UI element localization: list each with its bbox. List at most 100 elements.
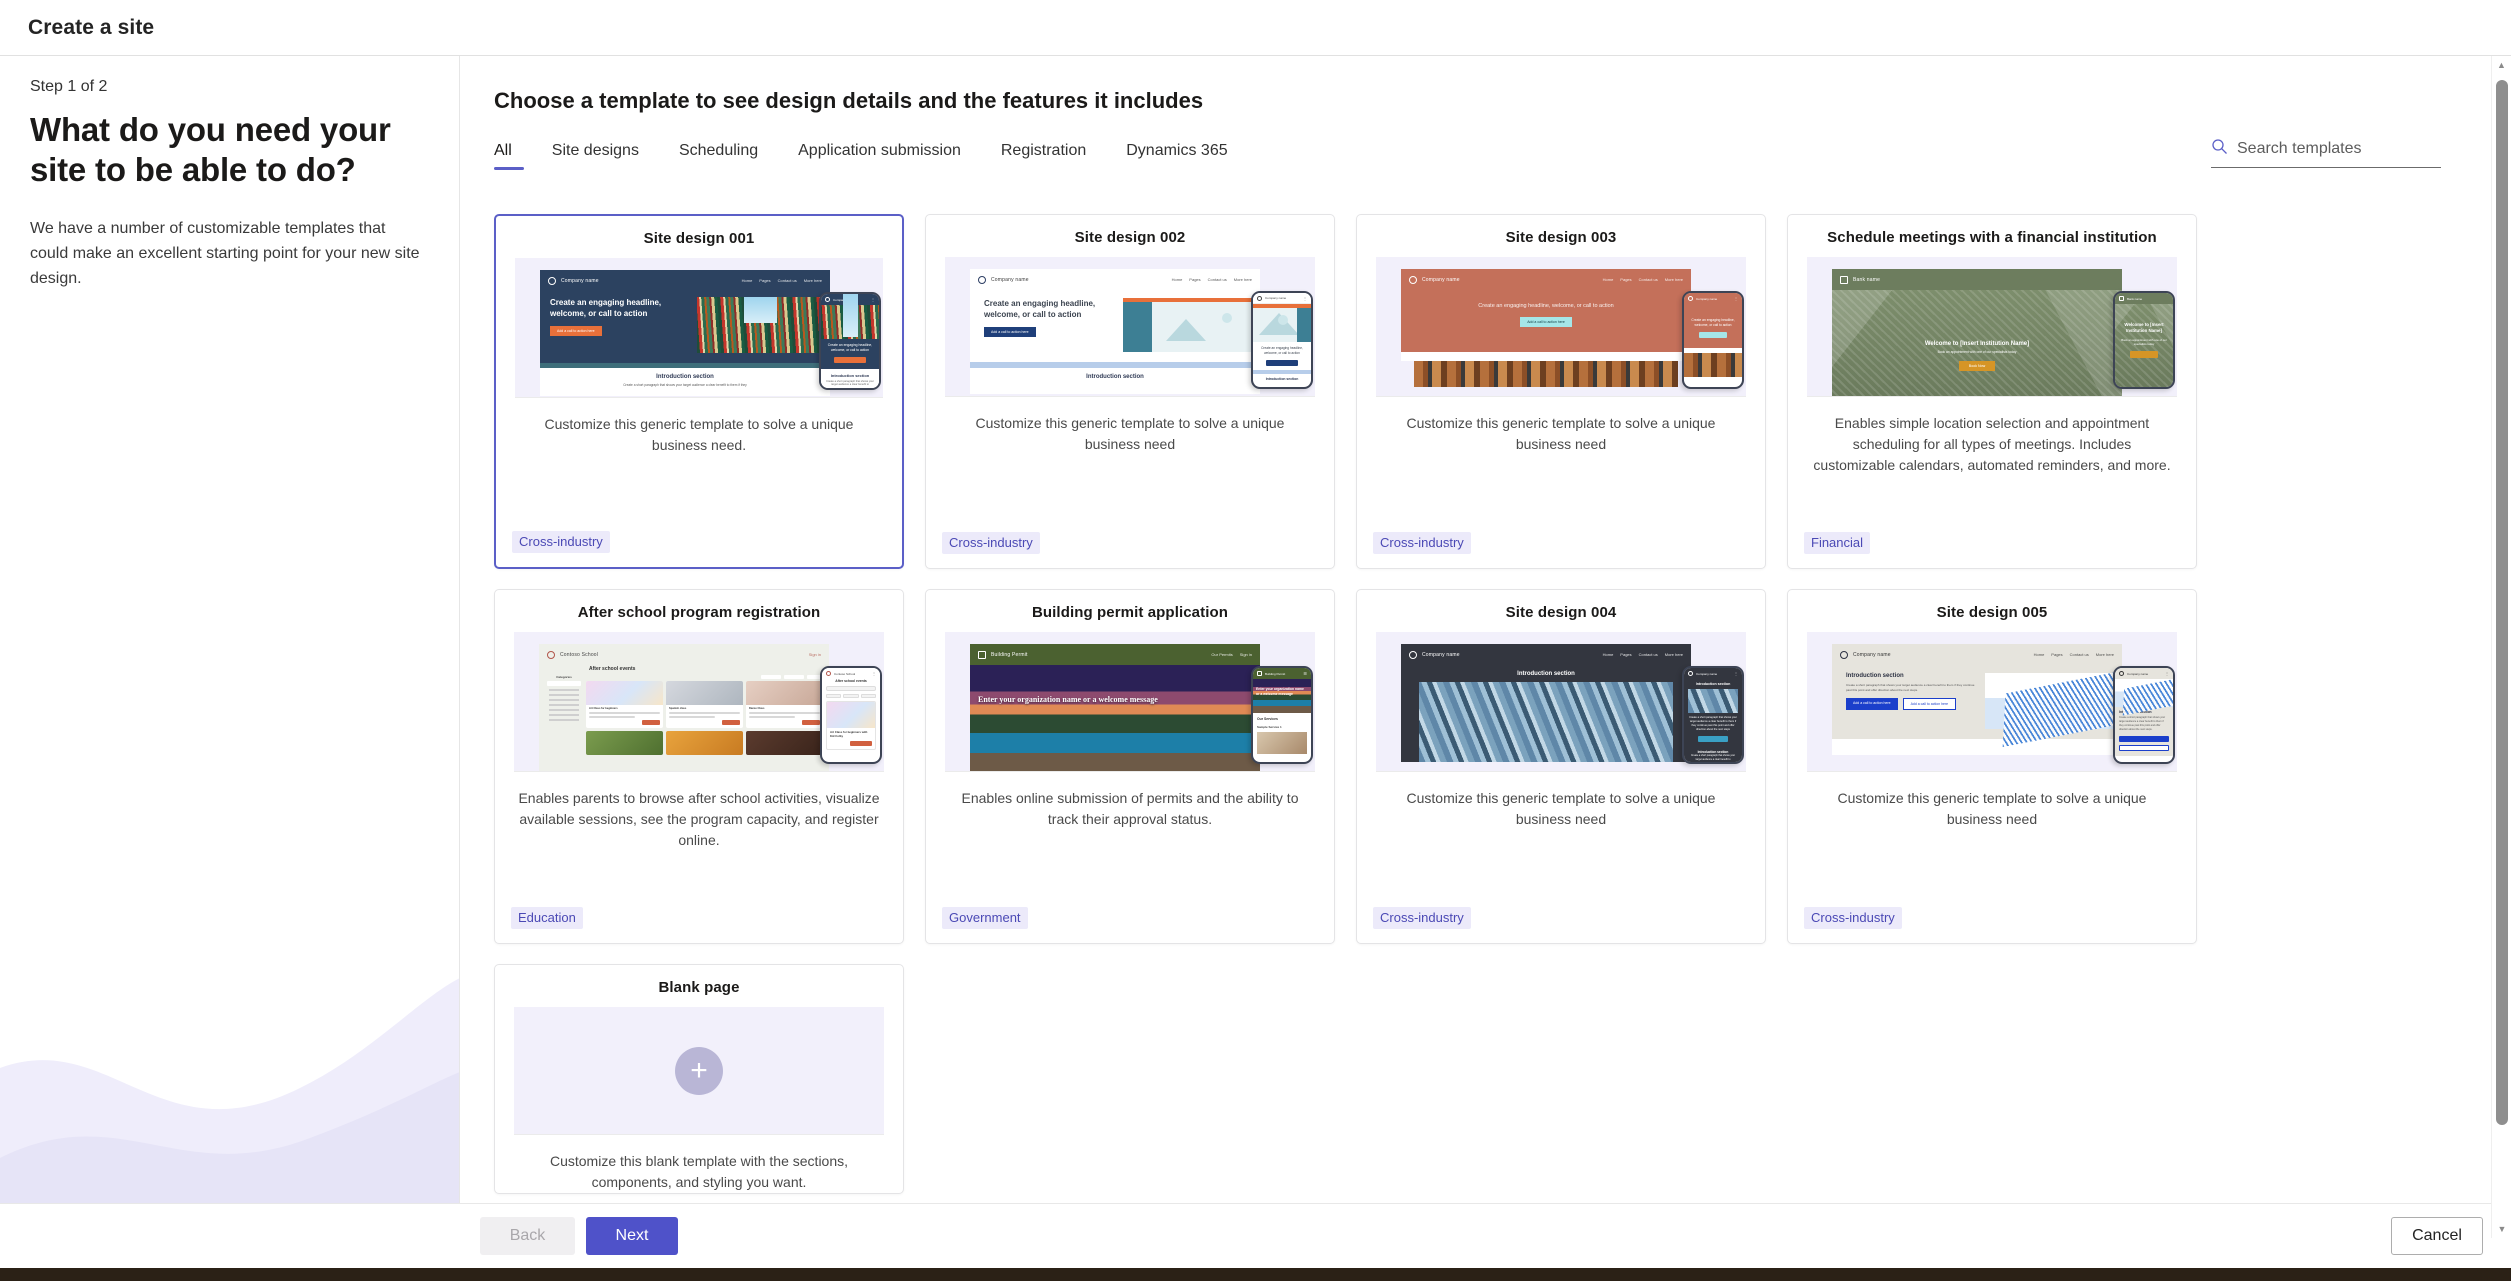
mini-logo-icon bbox=[1409, 275, 1417, 284]
template-card-title: After school program registration bbox=[577, 604, 821, 621]
mini-section-title: Introduction section bbox=[1086, 374, 1144, 380]
back-button[interactable]: Back bbox=[480, 1217, 575, 1255]
mini-phone-preview: Company name⋮ Create an engaging headlin… bbox=[819, 292, 881, 390]
mini-brand: Company name bbox=[1853, 651, 1891, 658]
template-thumbnail: Building Permit Our Permits Sign in Ente… bbox=[945, 632, 1315, 772]
template-card-site-design-004[interactable]: Site design 004 Company name Home Pages … bbox=[1356, 589, 1766, 944]
template-card-title: Site design 001 bbox=[643, 230, 755, 247]
mini-logo-icon bbox=[548, 276, 556, 285]
mini-phone-preview: Contoso School ⋮ After school events Art … bbox=[820, 666, 882, 764]
mini-cta: Add a call to action here bbox=[550, 326, 602, 336]
mini-headline: Introduction section bbox=[1517, 671, 1575, 677]
mini-logo-icon bbox=[1409, 650, 1417, 659]
tab-site-designs[interactable]: Site designs bbox=[552, 142, 639, 170]
tab-all[interactable]: All bbox=[494, 142, 524, 170]
template-card-title: Building permit application bbox=[1031, 604, 1229, 621]
scroll-up-button[interactable]: ▲ bbox=[2492, 56, 2511, 74]
template-card-tag: Cross-industry bbox=[1373, 532, 1471, 554]
scrollbar-thumb[interactable] bbox=[2496, 80, 2508, 1125]
template-thumbnail: Contoso School Sign in After school even… bbox=[514, 632, 884, 772]
next-button[interactable]: Next bbox=[586, 1217, 678, 1255]
mini-logo-icon bbox=[1840, 275, 1848, 284]
template-card-tag: Education bbox=[511, 907, 583, 929]
template-card-schedule-meetings[interactable]: Schedule meetings with a financial insti… bbox=[1787, 214, 2197, 569]
scroll-down-button[interactable]: ▼ bbox=[2492, 1220, 2511, 1238]
template-card-site-design-002[interactable]: Site design 002 Company name Home Pages … bbox=[925, 214, 1335, 569]
mini-section-body: Art Class for beginners bbox=[589, 707, 618, 710]
search-icon bbox=[2211, 138, 2228, 160]
wizard-footer: Back Next Cancel bbox=[0, 1203, 2511, 1268]
template-card-title: Blank page bbox=[658, 979, 740, 996]
mini-headline: Enter your organization name or a welcom… bbox=[978, 694, 1158, 704]
mini-cta: Add a call to action here bbox=[984, 327, 1036, 337]
mini-phone-preview: Bank name Welcome to [Insert Institution… bbox=[2113, 291, 2175, 389]
mini-nav: Home Pages Contact us More here bbox=[1171, 277, 1252, 282]
template-thumbnail: Company name Home Pages Contact us More … bbox=[1376, 257, 1746, 397]
template-card-building-permit-application[interactable]: Building permit application Building Per… bbox=[925, 589, 1335, 944]
main-heading: Choose a template to see design details … bbox=[494, 88, 1204, 113]
window-title-bar: Create a site bbox=[0, 0, 2511, 56]
template-card-title: Site design 004 bbox=[1505, 604, 1617, 621]
mini-nav: Our Permits Sign in bbox=[1211, 652, 1252, 657]
template-card-blank-page[interactable]: Blank page + Customize this blank templa… bbox=[494, 964, 904, 1194]
mini-nav: Sign in bbox=[808, 652, 821, 657]
scrollbar-track[interactable] bbox=[2496, 74, 2508, 1220]
template-card-description: Customize this blank template with the s… bbox=[549, 1153, 849, 1190]
template-card-site-design-001[interactable]: Site design 001 Company name Home Pages … bbox=[494, 214, 904, 569]
mini-phone-preview: Company name⋮ Introduction section Creat… bbox=[1682, 666, 1744, 764]
tab-scheduling[interactable]: Scheduling bbox=[679, 142, 758, 170]
template-grid: Site design 001 Company name Home Pages … bbox=[494, 214, 2197, 1194]
template-card-tag: Government bbox=[942, 907, 1028, 929]
template-card-tag: Cross-industry bbox=[512, 531, 610, 553]
mini-brand: Company name bbox=[561, 277, 599, 284]
mini-section-body: Create a short paragraph that shows your… bbox=[623, 383, 747, 387]
mini-phone-preview: Company name⋮ Create an engaging headlin… bbox=[1251, 291, 1313, 389]
mini-logo-icon bbox=[547, 650, 555, 659]
mini-headline: Welcome to [Insert Institution Name] bbox=[1924, 340, 2030, 347]
blank-template-thumbnail: + bbox=[514, 1007, 884, 1135]
mini-headline: Create an engaging headline, welcome, or… bbox=[1478, 303, 1614, 309]
mini-logo-icon bbox=[1840, 650, 1848, 659]
tab-dynamics-365[interactable]: Dynamics 365 bbox=[1126, 142, 1227, 170]
decorative-wave bbox=[0, 858, 459, 1238]
bottom-strip bbox=[0, 1268, 2511, 1281]
tab-application-submission[interactable]: Application submission bbox=[798, 142, 961, 170]
mini-headline: After school events bbox=[589, 666, 636, 672]
mini-section-title: Introduction section bbox=[656, 374, 714, 380]
wizard-sidebar: Step 1 of 2 What do you need your site t… bbox=[0, 56, 460, 1238]
template-card-after-school-program-registration[interactable]: After school program registration Contos… bbox=[494, 589, 904, 944]
mini-brand: Company name bbox=[991, 276, 1029, 283]
template-card-tag: Cross-industry bbox=[1804, 907, 1902, 929]
template-card-tag: Financial bbox=[1804, 532, 1871, 554]
template-thumbnail: Bank name Welcome to [Insert Institution… bbox=[1807, 257, 2177, 397]
mini-section-title: Categories bbox=[556, 675, 572, 679]
mini-subhead: Book an appointment with one of our spec… bbox=[1937, 349, 2017, 354]
tab-registration[interactable]: Registration bbox=[1001, 142, 1086, 170]
mini-headline: Create an engaging headline, welcome, or… bbox=[550, 298, 662, 318]
mini-logo-icon bbox=[978, 650, 986, 659]
mini-nav: Home Pages Contact us More here bbox=[741, 278, 822, 283]
step-indicator: Step 1 of 2 bbox=[30, 78, 108, 95]
category-tab-bar: All Site designs Scheduling Application … bbox=[461, 139, 2491, 188]
vertical-scrollbar[interactable]: ▲ ▼ bbox=[2491, 56, 2511, 1238]
mini-phone-preview: Company name⋮ Introduction section Creat… bbox=[2113, 666, 2175, 764]
mini-headline: Create an engaging headline, welcome, or… bbox=[984, 299, 1096, 319]
page-title: What do you need your site to be able to… bbox=[30, 111, 391, 188]
mini-phone-preview: Company name⋮ Create an engaging headlin… bbox=[1682, 291, 1744, 389]
template-card-title: Site design 003 bbox=[1505, 229, 1617, 246]
plus-icon: + bbox=[675, 1046, 723, 1095]
template-card-site-design-005[interactable]: Site design 005 Company name Home Pages … bbox=[1787, 589, 2197, 944]
mini-nav: Home Pages Contact us More here bbox=[1602, 277, 1683, 282]
search-input[interactable]: Search templates bbox=[2237, 140, 2362, 158]
mini-brand: Contoso School bbox=[560, 651, 599, 658]
template-card-site-design-003[interactable]: Site design 003 Company name Home Pages … bbox=[1356, 214, 1766, 569]
template-thumbnail: Company name Home Pages Contact us More … bbox=[945, 257, 1315, 397]
mini-cta: Book Now bbox=[1958, 360, 1996, 371]
mini-cta: Add a call to action here bbox=[1846, 698, 1898, 711]
search-templates-box[interactable]: Search templates bbox=[2211, 138, 2441, 168]
template-card-title: Site design 002 bbox=[1074, 229, 1186, 246]
cancel-button[interactable]: Cancel bbox=[2391, 1217, 2483, 1255]
mini-nav: Home Pages Contact us More here bbox=[2033, 652, 2114, 657]
mini-headline: Introduction section bbox=[1846, 673, 1904, 679]
mini-nav: Home Pages Contact us More here bbox=[1602, 652, 1683, 657]
